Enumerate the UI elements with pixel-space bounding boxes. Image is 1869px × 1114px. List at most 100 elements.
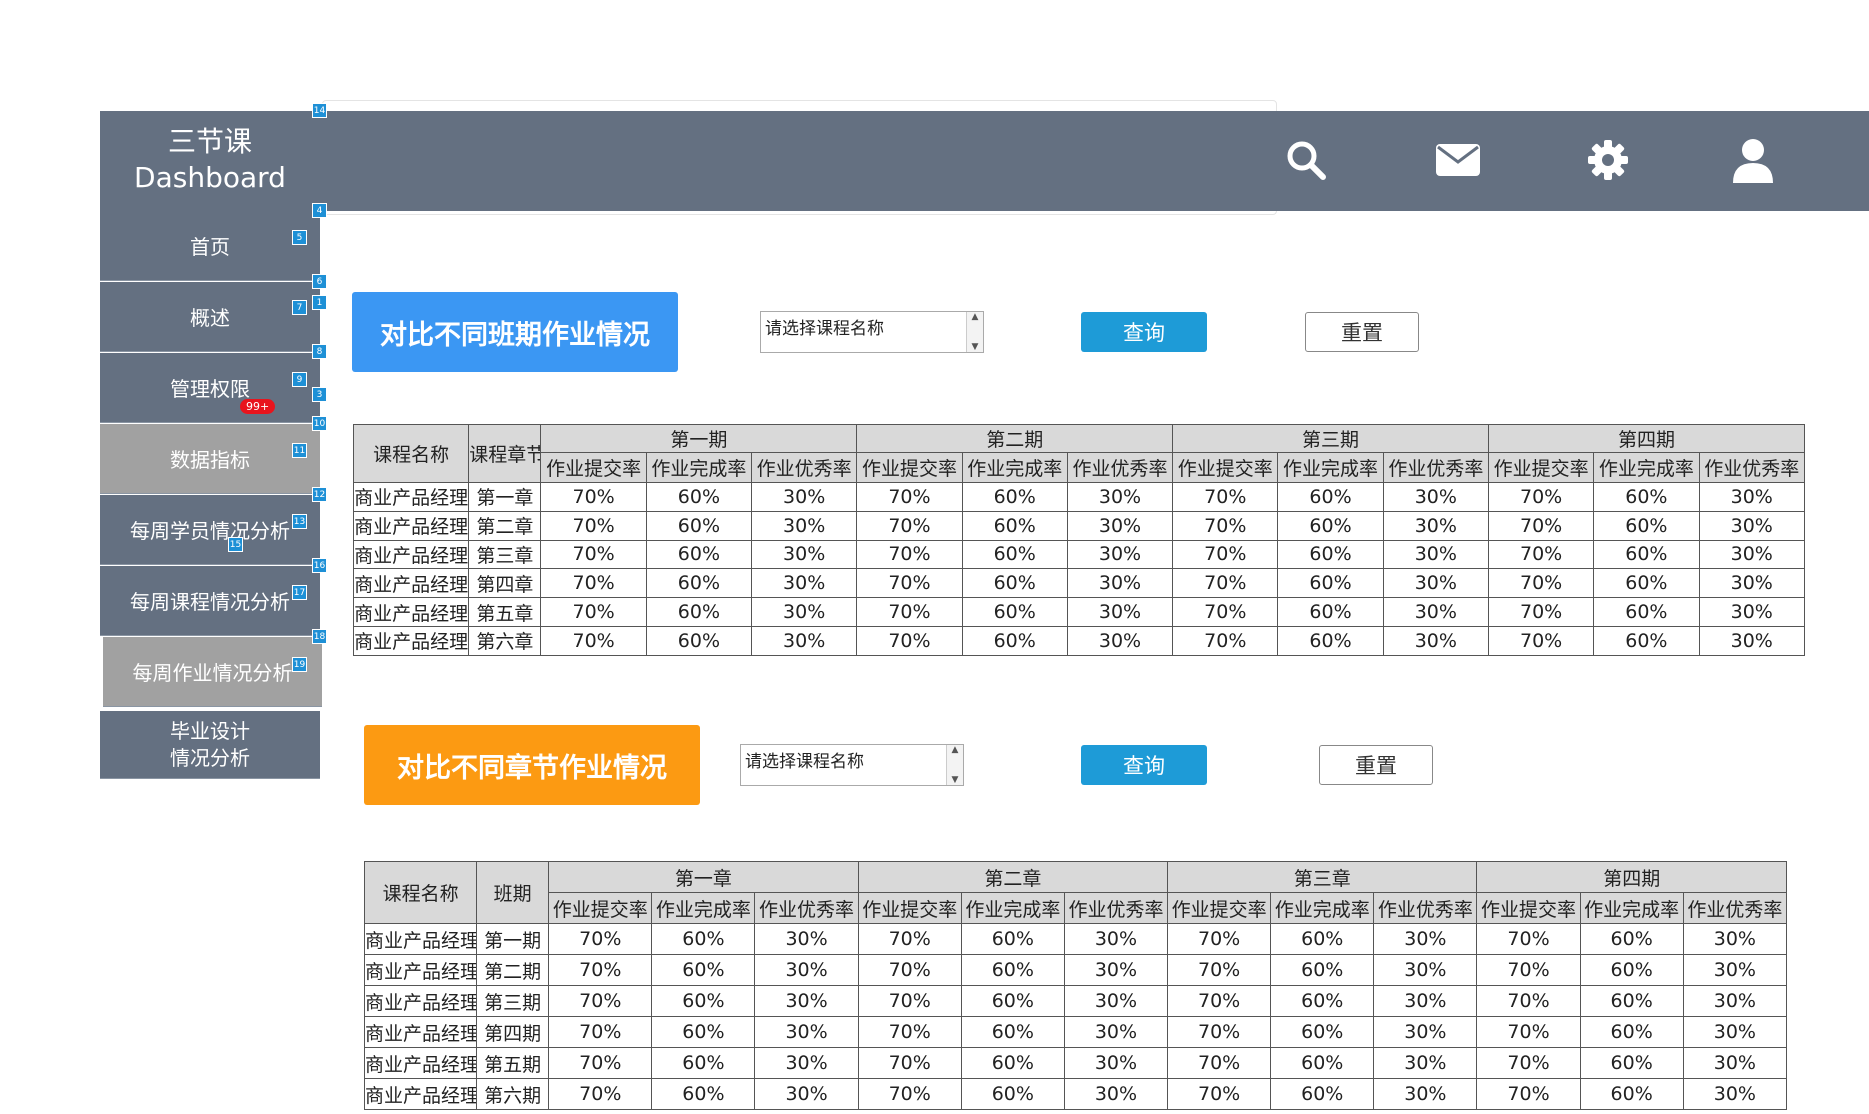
annotation-tag: 13 [292,514,307,529]
course-select-2[interactable]: 请选择课程名称 ▲ ▼ [740,744,964,786]
cell-value: 60% [1579,1016,1684,1048]
cell-value: 60% [1579,923,1684,955]
annotation-tag: 18 [312,629,327,644]
metric-header: 作业优秀率 [1373,892,1478,924]
cell-value: 30% [1063,985,1169,1017]
cell-value: 60% [1593,568,1700,599]
sidebar-item-weekly-homework[interactable]: 每周作业情况分析 [103,637,322,707]
chevron-down-icon: ▼ [971,342,979,352]
cell-value: 70% [548,1016,653,1048]
cell-value: 30% [754,985,859,1017]
sidebar-item-label: 概述 [190,306,230,330]
select-spinner[interactable]: ▲ ▼ [966,312,983,352]
cell-value: 60% [1277,482,1384,512]
cell-value: 30% [1063,923,1169,955]
sidebar-item-home[interactable]: 首页 [100,211,320,281]
cell-value: 70% [540,539,647,570]
chevron-up-icon: ▲ [951,745,959,755]
cell-value: 30% [1698,539,1805,570]
cell-value: 70% [1476,954,1581,986]
cell-key: 第五期 [476,1047,550,1079]
mail-icon[interactable] [1432,134,1484,186]
cell-value: 30% [1066,625,1174,656]
cell-value: 60% [1593,539,1700,570]
query-button-2[interactable]: 查询 [1081,745,1207,785]
user-icon[interactable] [1727,134,1779,186]
select-spinner[interactable]: ▲ ▼ [946,745,963,785]
cell-value: 70% [540,568,647,599]
cell-value: 30% [754,954,859,986]
metric-header: 作业完成率 [1270,892,1375,924]
cell-value: 60% [1277,568,1384,599]
cell-value: 30% [1382,482,1489,512]
cell-value: 30% [1698,482,1805,512]
table-row: 商业产品经理 第二章 70% 60% 30% 70% 60% 30% 70% 60% 30% 70% 6… [352,510,1805,541]
metric-header: 作业完成率 [1579,892,1684,924]
metric-header: 作业提交率 [1487,452,1595,483]
cell-value: 60% [1593,482,1700,512]
metric-header: 作业优秀率 [751,452,858,483]
cell-value: 60% [961,568,1068,599]
cell-value: 30% [1063,1078,1169,1110]
metric-header: 作业完成率 [1277,452,1384,483]
sidebar-item-weekly-students[interactable]: 每周学员情况分析 [100,495,320,565]
cell-value: 30% [754,923,859,955]
cell-key: 第三章 [468,539,542,570]
annotation-tag: 16 [312,558,327,573]
sidebar-item-metrics[interactable]: 数据指标 [100,424,320,494]
search-icon[interactable] [1280,134,1332,186]
cell-value: 60% [645,510,753,541]
cell-value: 60% [1579,1047,1684,1079]
cell-value: 60% [960,923,1065,955]
cell-value: 60% [1277,539,1384,570]
cell-value: 70% [857,985,962,1017]
sidebar-item-permissions[interactable]: 管理权限 [100,353,320,423]
metric-header: 作业完成率 [961,452,1068,483]
sidebar-item-overview[interactable]: 概述 [100,282,320,352]
cell-value: 60% [960,985,1065,1017]
table-row: 商业产品经理 第三章 70% 60% 30% 70% 60% 30% 70% 60% 30% 70% 6… [352,539,1805,570]
homework-by-cohort-table: 课程名称 课程章节 第一期 第二期 第三期 第四期 作业提交率 作业完成率 作业优秀率 作业提交率… [352,424,1806,656]
col-header-key: 班期 [476,861,550,924]
cell-value: 70% [1172,568,1279,599]
cell-value: 70% [1167,954,1272,986]
sidebar-item-graduation[interactable]: 毕业设计 情况分析 [100,711,320,779]
cell-value: 30% [1382,510,1489,541]
cell-value: 30% [1066,482,1174,512]
cell-value: 70% [1487,510,1595,541]
cell-value: 70% [540,597,647,627]
cell-course: 商业产品经理 [352,510,470,541]
cell-value: 70% [548,985,653,1017]
cell-value: 60% [645,539,753,570]
query-button-1[interactable]: 查询 [1081,312,1207,352]
cell-value: 70% [540,625,647,656]
cell-value: 60% [651,985,756,1017]
cell-value: 60% [1270,1078,1375,1110]
course-select-placeholder: 请选择课程名称 [765,319,884,339]
brand-subtitle: Dashboard [134,161,286,194]
cell-course: 商业产品经理 [352,539,470,570]
col-header-course: 课程名称 [363,861,478,924]
cell-value: 70% [1172,539,1279,570]
cell-value: 30% [1066,510,1174,541]
cell-value: 70% [1476,1078,1581,1110]
metric-header: 作业优秀率 [1063,892,1169,924]
cell-value: 70% [540,482,647,512]
metric-header: 作业完成率 [651,892,756,924]
cell-value: 30% [1066,597,1174,627]
sidebar-item-weekly-courses[interactable]: 每周课程情况分析 [100,566,320,636]
cell-value: 30% [1682,1078,1788,1110]
course-select-1[interactable]: 请选择课程名称 ▲ ▼ [760,311,984,353]
group-header: 第三期 [1172,424,1489,453]
cell-value: 60% [1277,510,1384,541]
annotation-tag: 14 [312,103,327,118]
gear-icon[interactable] [1582,134,1634,186]
cell-value: 30% [754,1047,859,1079]
cell-value: 70% [1487,597,1595,627]
reset-button-1[interactable]: 重置 [1305,312,1419,352]
cell-value: 60% [1579,954,1684,986]
reset-button-2[interactable]: 重置 [1319,745,1433,785]
cell-value: 30% [1382,597,1489,627]
homework-by-chapter-table: 课程名称 班期 第一章 第二章 第三章 第四期 作业提交率 作业完成率 作业优秀率 作业提交率 作业… [363,861,1788,1110]
annotation-tag: 7 [292,300,307,315]
